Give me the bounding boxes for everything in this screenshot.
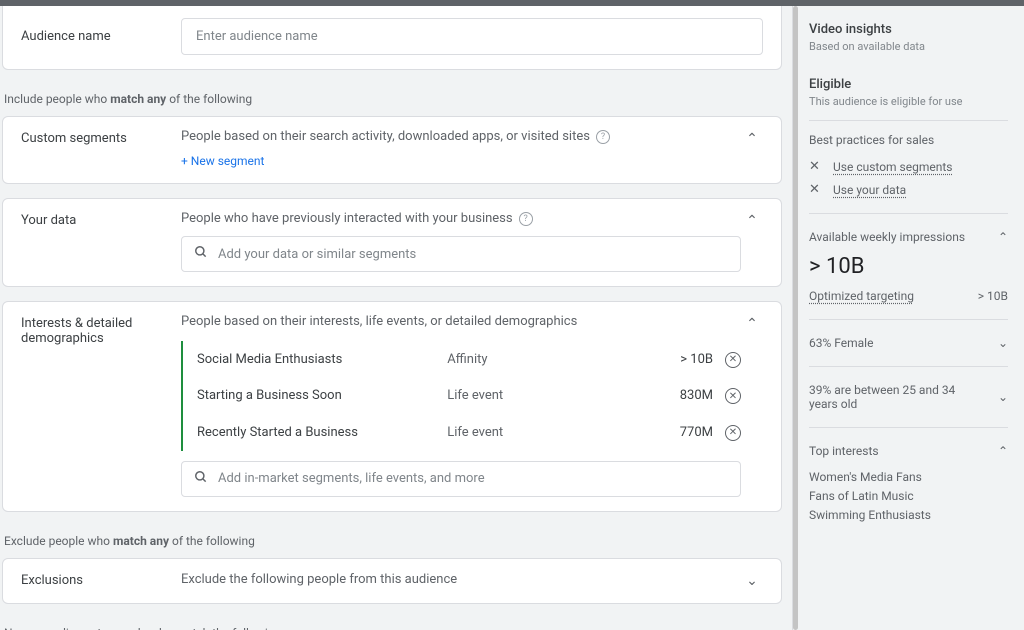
remove-segment-icon[interactable]: ✕ bbox=[725, 388, 741, 404]
audience-name-input[interactable]: Enter audience name bbox=[181, 18, 763, 55]
available-impressions-label: Available weekly impressions bbox=[809, 230, 965, 244]
segment-count: 770M bbox=[643, 425, 713, 440]
segment-type: Life event bbox=[447, 425, 643, 440]
include-people-text: Include people who match any of the foll… bbox=[0, 84, 792, 116]
segment-name: Social Media Enthusiasts bbox=[197, 352, 447, 367]
x-icon: ✕ bbox=[809, 182, 825, 197]
expand-icon[interactable]: ⌄ bbox=[741, 571, 763, 589]
segment-name: Starting a Business Soon bbox=[197, 388, 447, 403]
segment-row: Starting a Business Soon Life event 830M… bbox=[197, 378, 741, 415]
insights-panel: Video insights Based on available data E… bbox=[792, 6, 1024, 630]
eligible-title: Eligible bbox=[809, 77, 1008, 92]
top-interest-item: Fans of Latin Music bbox=[809, 487, 1008, 506]
audience-name-card: Audience name Enter audience name bbox=[2, 6, 782, 70]
best-practice-item[interactable]: ✕ Use custom segments bbox=[809, 155, 1008, 178]
exclusions-desc: Exclude the following people from this a… bbox=[181, 572, 457, 587]
segment-type: Life event bbox=[447, 388, 643, 403]
bp-link[interactable]: Use your data bbox=[833, 183, 906, 197]
your-data-placeholder: Add your data or similar segments bbox=[218, 247, 416, 262]
custom-segments-title: Custom segments bbox=[21, 129, 181, 146]
best-practices-label: Best practices for sales bbox=[809, 133, 1008, 147]
remove-segment-icon[interactable]: ✕ bbox=[725, 425, 741, 441]
collapse-icon[interactable]: ⌃ bbox=[741, 314, 763, 332]
custom-segments-desc: People based on their search activity, d… bbox=[181, 129, 590, 144]
exclusions-title: Exclusions bbox=[21, 571, 181, 588]
x-icon: ✕ bbox=[809, 159, 825, 174]
audience-name-placeholder: Enter audience name bbox=[196, 29, 318, 44]
best-practice-item[interactable]: ✕ Use your data bbox=[809, 178, 1008, 201]
segment-row: Social Media Enthusiasts Affinity > 10B … bbox=[197, 341, 741, 378]
female-metric: 63% Female bbox=[809, 336, 873, 350]
collapse-icon[interactable]: ⌃ bbox=[741, 129, 763, 147]
segment-count: 830M bbox=[643, 388, 713, 403]
your-data-search-input[interactable]: Add your data or similar segments bbox=[181, 236, 741, 272]
remove-segment-icon[interactable]: ✕ bbox=[725, 352, 741, 368]
main-column: Audience name Enter audience name Includ… bbox=[0, 6, 792, 630]
available-impressions-value: > 10B bbox=[809, 254, 1008, 279]
collapse-icon[interactable]: ⌃ bbox=[741, 211, 763, 229]
segment-type: Affinity bbox=[447, 352, 643, 367]
search-icon bbox=[194, 470, 208, 488]
interests-search-input[interactable]: Add in-market segments, life events, and… bbox=[181, 461, 741, 497]
interests-desc: People based on their interests, life ev… bbox=[181, 314, 577, 329]
collapse-icon[interactable]: ⌃ bbox=[998, 444, 1008, 458]
eligible-sub: This audience is eligible for use bbox=[809, 95, 1008, 108]
narrow-audience-text: Narrow audience to people who match the … bbox=[0, 618, 792, 630]
interests-title: Interests & detailed demographics bbox=[21, 314, 181, 346]
audience-name-label: Audience name bbox=[21, 29, 181, 44]
interests-placeholder: Add in-market segments, life events, and… bbox=[218, 471, 485, 486]
video-insights-title: Video insights bbox=[809, 22, 1008, 37]
new-segment-link[interactable]: + New segment bbox=[181, 144, 264, 168]
top-interest-item: Swimming Enthusiasts bbox=[809, 506, 1008, 525]
search-icon bbox=[194, 245, 208, 263]
segment-count: > 10B bbox=[643, 352, 713, 367]
optimized-targeting-label[interactable]: Optimized targeting bbox=[809, 289, 914, 303]
age-metric: 39% are between 25 and 34 years old bbox=[809, 383, 969, 411]
top-interests-label: Top interests bbox=[809, 444, 879, 458]
bp-link[interactable]: Use custom segments bbox=[833, 160, 952, 174]
your-data-desc: People who have previously interacted wi… bbox=[181, 211, 513, 226]
custom-segments-card: Custom segments People based on their se… bbox=[2, 116, 782, 184]
segment-row: Recently Started a Business Life event 7… bbox=[197, 414, 741, 451]
help-icon[interactable]: ? bbox=[519, 212, 533, 226]
top-interest-item: Women's Media Fans bbox=[809, 468, 1008, 487]
exclude-people-text: Exclude people who match any of the foll… bbox=[0, 526, 792, 558]
help-icon[interactable]: ? bbox=[596, 130, 610, 144]
exclusions-card[interactable]: Exclusions Exclude the following people … bbox=[2, 558, 782, 604]
interests-card: Interests & detailed demographics People… bbox=[2, 301, 782, 512]
optimized-targeting-value: > 10B bbox=[978, 289, 1008, 303]
expand-icon[interactable]: ⌄ bbox=[998, 336, 1008, 350]
video-insights-sub: Based on available data bbox=[809, 40, 1008, 53]
segment-name: Recently Started a Business bbox=[197, 425, 447, 440]
your-data-title: Your data bbox=[21, 211, 181, 228]
expand-icon[interactable]: ⌄ bbox=[998, 390, 1008, 404]
segments-table: Social Media Enthusiasts Affinity > 10B … bbox=[181, 341, 741, 451]
collapse-icon[interactable]: ⌃ bbox=[998, 230, 1008, 244]
your-data-card: Your data People who have previously int… bbox=[2, 198, 782, 287]
